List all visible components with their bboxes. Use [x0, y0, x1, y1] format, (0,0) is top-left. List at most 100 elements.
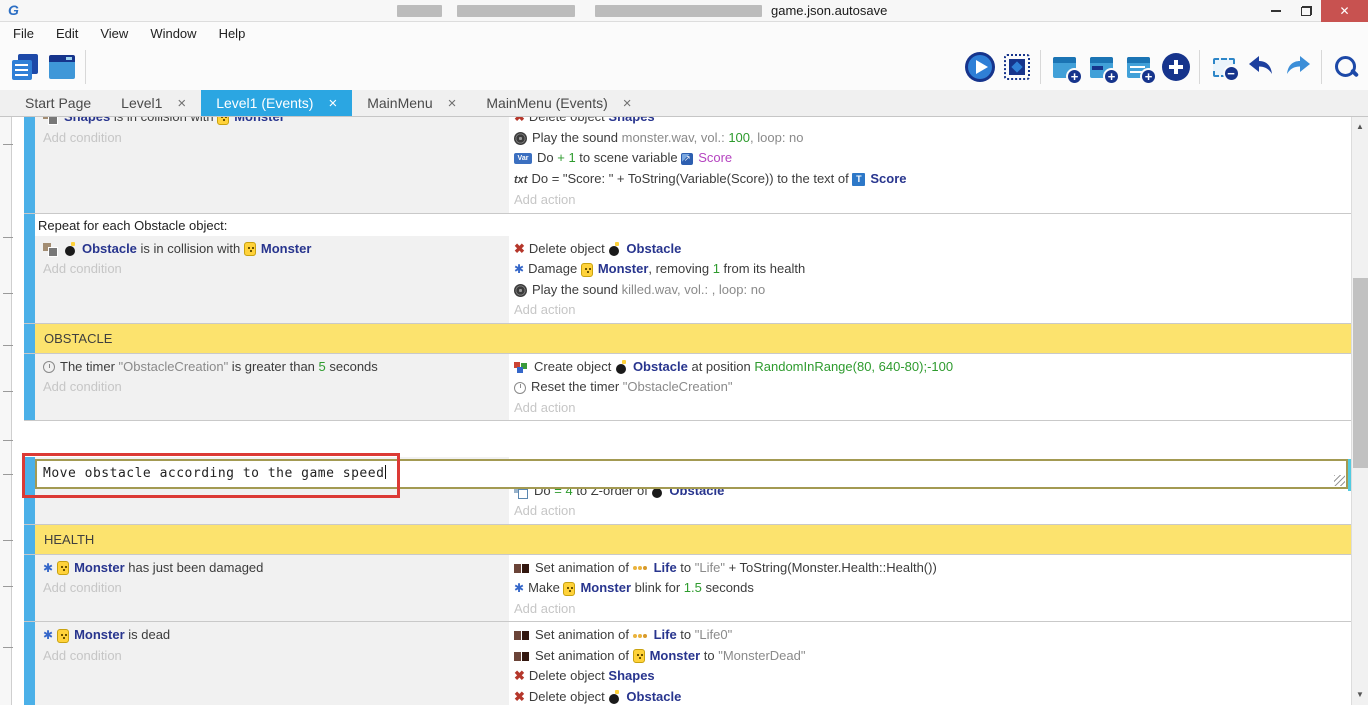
action-row[interactable]: ✱Damage Monster, removing 1 from its hea…	[509, 259, 1351, 280]
monster-object-icon	[633, 649, 645, 663]
tab-mainmenu[interactable]: MainMenu×	[352, 90, 471, 116]
menu-window[interactable]: Window	[139, 26, 207, 41]
action-row[interactable]: Reset the timer "ObstacleCreation"	[509, 377, 1351, 398]
action-row[interactable]: Create object Obstacle at position Rando…	[509, 357, 1351, 378]
add-comment-event-button[interactable]: +	[1120, 48, 1157, 86]
menu-edit[interactable]: Edit	[45, 26, 89, 41]
search-button[interactable]	[1327, 48, 1364, 86]
conditions-column: The timer "ObstacleCreation" is greater …	[35, 354, 509, 421]
open-list-button[interactable]	[6, 48, 43, 86]
project-window-icon	[49, 55, 75, 79]
resize-gripper-icon[interactable]	[1334, 475, 1345, 486]
add-condition-button[interactable]: Add condition	[35, 128, 509, 149]
add-subevent-icon: +	[1090, 57, 1113, 78]
event-drag-bar[interactable]	[24, 324, 35, 353]
vertical-scrollbar[interactable]: ▲ ▼	[1351, 117, 1368, 705]
action-row[interactable]: ✖Delete object Shapes	[509, 117, 1351, 128]
collision-icon	[43, 243, 59, 256]
action-row[interactable]: ✱Make Monster blink for 1.5 seconds	[509, 578, 1351, 599]
event-drag-bar[interactable]	[24, 354, 35, 421]
action-row[interactable]: Set animation of Life to "Life" + ToStri…	[509, 558, 1351, 579]
condition-row[interactable]: Obstacle is in collision with Monster	[35, 239, 509, 260]
gutter-tick	[3, 293, 13, 294]
group-banner[interactable]: HEALTH	[24, 525, 1351, 555]
scroll-down-icon[interactable]: ▼	[1352, 688, 1368, 702]
menu-file[interactable]: File	[2, 26, 45, 41]
action-row[interactable]: txtDo = "Score: " + ToString(Variable(Sc…	[509, 169, 1351, 191]
tab-close-icon[interactable]: ×	[448, 95, 457, 112]
action-row[interactable]: Play the sound monster.wav, vol.: 100, l…	[509, 128, 1351, 149]
debug-button[interactable]	[998, 48, 1035, 86]
project-window-button[interactable]	[43, 48, 80, 86]
event-drag-bar[interactable]	[24, 555, 35, 622]
condition-row[interactable]: Shapes is in collision with Monster	[35, 117, 509, 128]
menu-help[interactable]: Help	[208, 26, 257, 41]
add-condition-button[interactable]: Add condition	[35, 578, 509, 599]
comment-edit-box[interactable]: Move obstacle according to the game spee…	[35, 459, 1348, 489]
animation-icon	[514, 630, 530, 641]
add-action-button[interactable]: Add action	[509, 398, 1351, 419]
event-drag-bar[interactable]	[24, 214, 35, 323]
group-banner[interactable]: OBSTACLE	[24, 324, 1351, 354]
event-block[interactable]: Repeat for each Obstacle object:Obstacle…	[24, 214, 1351, 324]
event-block[interactable]: ✱Monster has just been damagedAdd condit…	[24, 555, 1351, 623]
tab-close-icon[interactable]: ×	[328, 95, 337, 112]
action-row[interactable]: ✖Delete object Shapes	[509, 666, 1351, 687]
action-row[interactable]: Play the sound killed.wav, vol.: , loop:…	[509, 280, 1351, 301]
obstacle-object-icon	[615, 360, 628, 374]
close-button[interactable]: ✕	[1321, 0, 1368, 22]
gutter-tick	[3, 345, 13, 346]
remove-event-button[interactable]: −	[1205, 48, 1242, 86]
timer-icon	[514, 382, 526, 394]
scrollbar-thumb[interactable]	[1353, 278, 1368, 468]
event-drag-bar[interactable]	[24, 457, 35, 524]
menu-view[interactable]: View	[89, 26, 139, 41]
sound-icon	[514, 284, 527, 297]
search-icon	[1333, 54, 1359, 80]
add-new-button[interactable]	[1157, 48, 1194, 86]
event-block[interactable]: Shapes is in collision with MonsterAdd c…	[24, 117, 1351, 214]
event-drag-bar[interactable]	[24, 622, 35, 705]
add-event-button[interactable]: +	[1046, 48, 1083, 86]
comment-edit-event: Move obstacle according to the game spee…	[24, 457, 1351, 525]
play-button[interactable]	[961, 48, 998, 86]
event-block[interactable]: The timer "ObstacleCreation" is greater …	[24, 354, 1351, 422]
restore-button[interactable]	[1291, 0, 1321, 22]
comment-text: Move obstacle according to the game spee…	[37, 466, 384, 481]
undo-button[interactable]	[1242, 48, 1279, 86]
action-row[interactable]: Set animation of Life to "Life0"	[509, 625, 1351, 646]
close-icon: ✕	[1339, 4, 1349, 18]
scroll-up-icon[interactable]: ▲	[1352, 120, 1368, 134]
tab-close-icon[interactable]: ×	[623, 95, 632, 112]
add-action-button[interactable]: Add action	[509, 501, 1351, 522]
add-action-button[interactable]: Add action	[509, 190, 1351, 211]
event-drag-bar[interactable]	[24, 117, 35, 213]
event-block[interactable]: ✱Monster is deadAdd conditionSet animati…	[24, 622, 1351, 705]
tab-level1[interactable]: Level1×	[106, 90, 201, 116]
action-row[interactable]: Set animation of Monster to "MonsterDead…	[509, 646, 1351, 667]
tab-start-page[interactable]: Start Page	[10, 90, 106, 116]
redo-button[interactable]	[1279, 48, 1316, 86]
event-drag-bar[interactable]	[24, 525, 35, 554]
add-action-button[interactable]: Add action	[509, 300, 1351, 321]
condition-row[interactable]: ✱Monster is dead	[35, 625, 509, 646]
add-condition-button[interactable]: Add condition	[35, 377, 509, 398]
tab-level1-events-[interactable]: Level1 (Events)×	[201, 90, 352, 116]
title-bar: G game.json.autosave ✕	[0, 0, 1368, 22]
action-row[interactable]: ✖Delete object Obstacle	[509, 687, 1351, 705]
action-row[interactable]: VarDo + 1 to scene variable ↗Score	[509, 148, 1351, 169]
add-subevent-button[interactable]: +	[1083, 48, 1120, 86]
add-condition-button[interactable]: Add condition	[35, 259, 509, 280]
tab-mainmenu-events-[interactable]: MainMenu (Events)×	[471, 90, 646, 116]
toolbar-separator	[1040, 50, 1041, 84]
text-cursor	[385, 465, 386, 479]
add-condition-button[interactable]: Add condition	[35, 646, 509, 667]
tab-close-icon[interactable]: ×	[177, 95, 186, 112]
add-new-icon	[1162, 53, 1190, 81]
add-action-button[interactable]: Add action	[509, 599, 1351, 620]
condition-row[interactable]: ✱Monster has just been damaged	[35, 558, 509, 579]
minimize-button[interactable]	[1261, 0, 1291, 22]
condition-row[interactable]: The timer "ObstacleCreation" is greater …	[35, 357, 509, 378]
action-row[interactable]: ✖Delete object Obstacle	[509, 239, 1351, 260]
gdevelop-window: G game.json.autosave ✕ FileEditViewWindo…	[0, 0, 1368, 705]
